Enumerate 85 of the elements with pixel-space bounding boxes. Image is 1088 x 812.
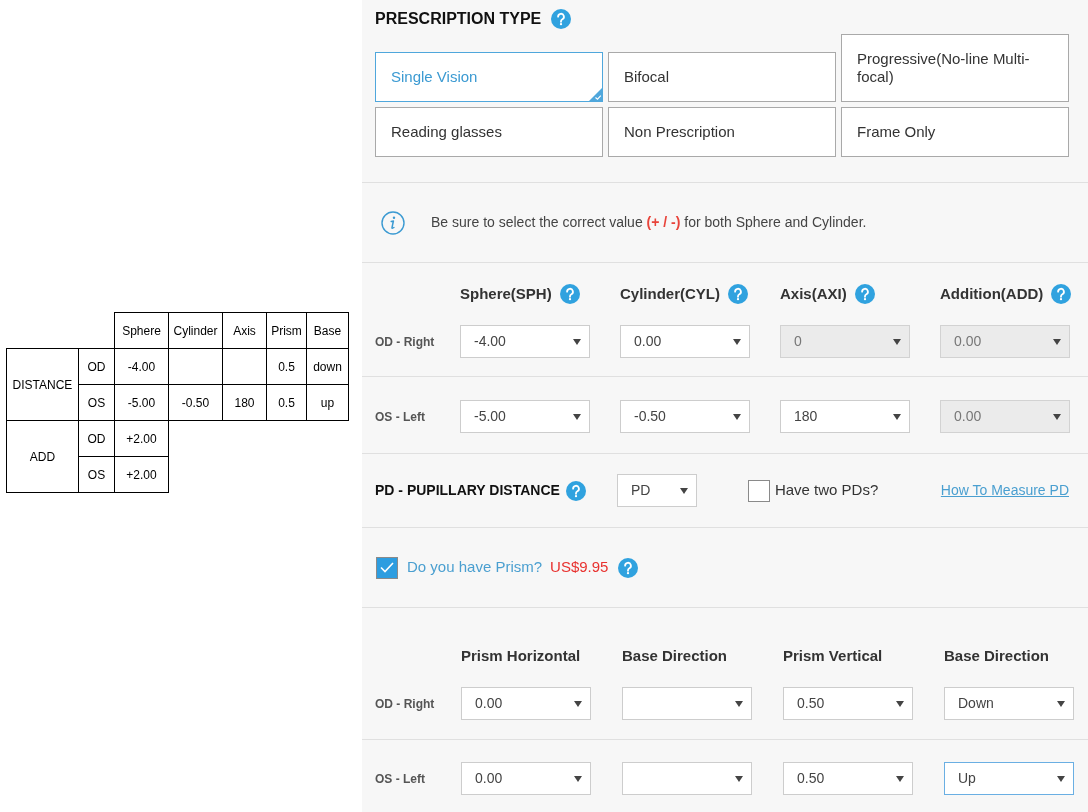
- dropdown[interactable]: Up: [944, 762, 1074, 795]
- column-header: Cylinder: [168, 312, 223, 349]
- help-icon[interactable]: [551, 9, 572, 29]
- dropdown[interactable]: [622, 762, 752, 795]
- dropdown[interactable]: -4.00: [460, 325, 590, 358]
- section-title: PRESCRIPTION TYPE: [375, 9, 542, 29]
- row-header: OS: [78, 456, 115, 493]
- column-header: Axis: [222, 312, 267, 349]
- row-header: DISTANCE: [6, 348, 79, 421]
- dropdown[interactable]: 0.00: [461, 762, 591, 795]
- caret-down-icon: [1057, 700, 1065, 707]
- column-header: Base Direction: [944, 647, 1050, 664]
- caret-down-icon: [1057, 775, 1065, 782]
- caret-down-icon: [893, 338, 901, 345]
- column-header: Prism: [266, 312, 307, 349]
- table-cell: down: [306, 348, 349, 385]
- column-header: Addition(ADD): [940, 283, 1044, 304]
- prescription-type-option[interactable]: Bifocal: [608, 52, 836, 102]
- caret-down-icon: [893, 413, 901, 420]
- row-header: OS: [78, 384, 115, 421]
- help-icon[interactable]: [559, 284, 580, 304]
- table-cell: -4.00: [114, 348, 169, 385]
- prescription-type-option[interactable]: Reading glasses: [375, 107, 603, 157]
- caret-down-icon: [1053, 338, 1061, 345]
- table-cell: +2.00: [114, 456, 169, 493]
- row-label: OS - Left: [375, 408, 426, 426]
- column-header: Base Direction: [622, 647, 728, 664]
- column-header: Sphere(SPH): [460, 283, 552, 304]
- notice-text: Be sure to select the correct value (+ / -) for both Sphere and Cylinder.: [431, 213, 867, 232]
- column-header: Base: [306, 312, 349, 349]
- checkbox[interactable]: [747, 479, 770, 502]
- help-icon[interactable]: [618, 557, 639, 578]
- table-cell: up: [306, 384, 349, 421]
- checkbox-label: Have two PDs?: [774, 480, 879, 501]
- prescription-type-option[interactable]: Progressive(No-line Multi-focal): [841, 34, 1069, 102]
- caret-down-icon: [574, 775, 582, 782]
- dropdown[interactable]: 0.00: [620, 325, 750, 358]
- row-header: OD: [78, 348, 115, 385]
- dropdown[interactable]: 180: [780, 400, 910, 433]
- prescription-type-option[interactable]: Non Prescription: [608, 107, 836, 157]
- dropdown[interactable]: -0.50: [620, 400, 750, 433]
- dropdown[interactable]: PD: [616, 474, 697, 507]
- table-cell: -0.50: [168, 384, 223, 421]
- table-cell: +2.00: [114, 420, 169, 457]
- caret-down-icon: [574, 700, 582, 707]
- dropdown[interactable]: -5.00: [460, 400, 590, 433]
- caret-down-icon: [679, 487, 688, 494]
- price-text: US$9.95: [550, 557, 609, 578]
- caret-down-icon: [733, 338, 741, 345]
- column-header: Sphere: [114, 312, 169, 349]
- table-cell: 0.5: [266, 384, 307, 421]
- column-header: Cylinder(CYL): [620, 283, 720, 304]
- caret-down-icon: [735, 775, 743, 782]
- section-title: PD - PUPILLARY DISTANCE: [375, 481, 560, 500]
- dropdown[interactable]: 0.00: [461, 687, 591, 720]
- help-icon[interactable]: [565, 480, 586, 501]
- caret-down-icon: [573, 338, 581, 345]
- checkbox-label: Do you have Prism?: [407, 557, 543, 578]
- row-header: ADD: [6, 420, 79, 493]
- checkbox[interactable]: [376, 556, 398, 579]
- help-icon[interactable]: [854, 284, 875, 304]
- dropdown[interactable]: [622, 687, 752, 720]
- caret-down-icon: [733, 413, 741, 420]
- dropdown[interactable]: 0.50: [783, 762, 913, 795]
- help-icon[interactable]: [728, 284, 748, 304]
- column-header: Axis(AXI): [780, 283, 847, 304]
- prescription-type-option[interactable]: Frame Only: [841, 107, 1069, 157]
- dropdown[interactable]: Down: [944, 687, 1074, 720]
- dropdown[interactable]: 0.50: [783, 687, 913, 720]
- corner-check-icon: [589, 88, 602, 101]
- help-icon[interactable]: [1051, 284, 1072, 304]
- caret-down-icon: [735, 700, 743, 707]
- table-cell: -5.00: [114, 384, 169, 421]
- check-icon: [380, 562, 394, 573]
- table-cell: 180: [222, 384, 267, 421]
- row-header: OD: [78, 420, 115, 457]
- caret-down-icon: [896, 775, 904, 782]
- column-header: Prism Vertical: [783, 647, 883, 664]
- info-icon: [381, 210, 405, 235]
- row-label: OS - Left: [375, 770, 426, 788]
- caret-down-icon: [1053, 413, 1061, 420]
- column-header: Prism Horizontal: [461, 647, 581, 664]
- caret-down-icon: [573, 413, 581, 420]
- table-cell: 0.5: [266, 348, 307, 385]
- caret-down-icon: [896, 700, 904, 707]
